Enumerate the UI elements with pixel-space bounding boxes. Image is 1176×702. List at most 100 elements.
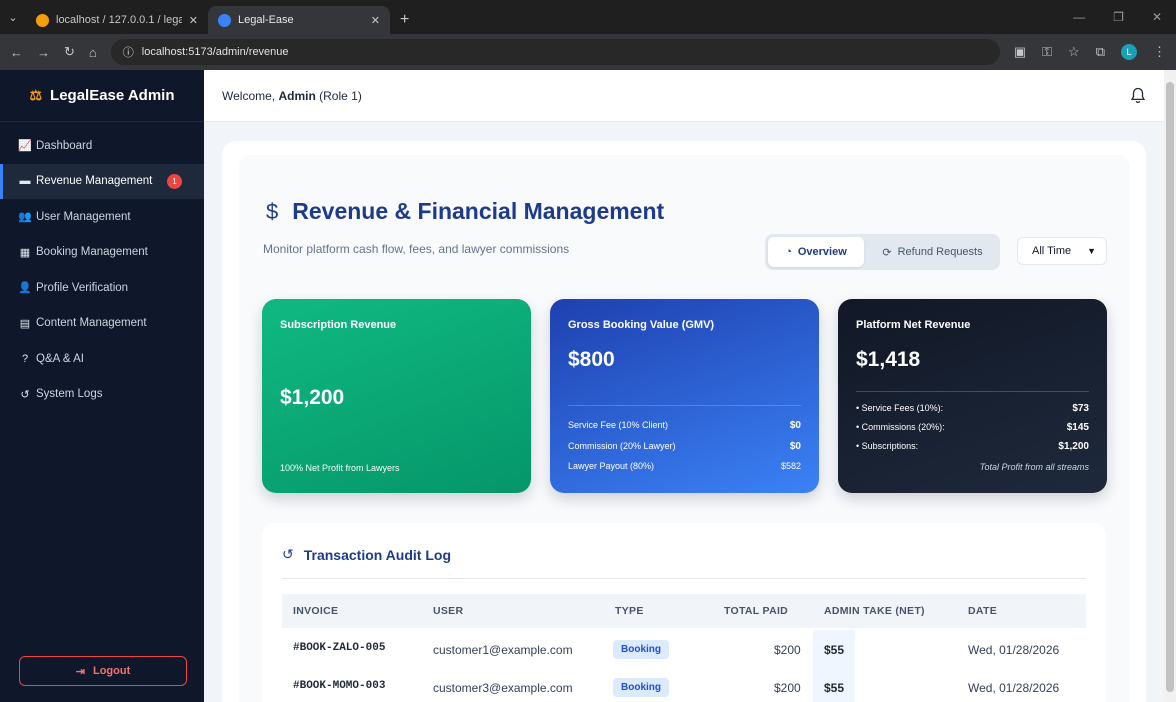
user-name: Admin <box>278 88 316 103</box>
type-badge: Booking <box>613 678 669 697</box>
column-header[interactable]: TOTAL PAID <box>724 605 788 617</box>
tab-label: Refund Requests <box>897 246 983 258</box>
scale-icon: ⚖ <box>29 87 43 103</box>
tab-refund-requests[interactable]: ⟳ Refund Requests <box>868 237 997 267</box>
sidebar-item-label: Q&A & AI <box>36 352 84 365</box>
brand-title: LegalEase Admin <box>50 87 175 104</box>
reload-icon[interactable]: ↻ <box>64 44 75 60</box>
divider <box>282 578 1086 579</box>
browser-menu-icon[interactable]: ⋮ <box>1153 44 1166 60</box>
page-title: $ Revenue & Financial Management <box>266 198 664 225</box>
table-header: INVOICE USER TYPE TOTAL PAID ADMIN TAKE … <box>282 594 1086 628</box>
card-label: Gross Booking Value (GMV) <box>568 319 715 331</box>
user-email: customer3@example.com <box>433 681 573 695</box>
table-row[interactable]: #BOOK-ZALO-005 customer1@example.com Boo… <box>282 630 1086 668</box>
card-value: $1,200 <box>280 386 345 409</box>
transaction-date: Wed, 01/28/2026 <box>968 643 1060 657</box>
type-badge: Booking <box>613 640 669 659</box>
subscription-revenue-card: Subscription Revenue $1,200 100% Net Pro… <box>262 299 531 493</box>
refresh-icon: ⟳ <box>882 246 892 259</box>
gmv-row: Service Fee (10% Client) $0 <box>568 420 801 431</box>
tab-title: localhost / 127.0.0.1 / legalease <box>56 14 182 26</box>
column-header[interactable]: TYPE <box>615 605 644 617</box>
sidebar-item-dashboard[interactable]: 📈 Dashboard <box>0 128 204 164</box>
transaction-date: Wed, 01/28/2026 <box>968 681 1060 695</box>
calendar-icon: ▦ <box>19 246 31 259</box>
divider <box>856 391 1089 392</box>
sidebar-item-content-management[interactable]: ▤ Content Management <box>0 306 204 342</box>
minimize-icon[interactable]: — <box>1073 10 1085 24</box>
bell-icon[interactable] <box>1130 87 1146 105</box>
close-window-icon[interactable]: ✕ <box>1152 10 1162 24</box>
file-icon: ▤ <box>19 317 31 330</box>
column-header[interactable]: ADMIN TAKE (NET) <box>824 605 925 617</box>
logout-icon: ⇥ <box>75 665 85 678</box>
password-key-icon[interactable]: ⚿ <box>1042 44 1052 60</box>
sidebar-item-qa-ai[interactable]: ? Q&A & AI <box>0 341 204 377</box>
sidebar-item-revenue-management[interactable]: ▬ Revenue Management 1 <box>0 163 204 199</box>
sidebar-item-booking-management[interactable]: ▦ Booking Management <box>0 235 204 271</box>
column-header[interactable]: USER <box>433 605 463 617</box>
url-text: localhost:5173/admin/revenue <box>141 46 289 58</box>
browser-tab-bar: ⌄ localhost / 127.0.0.1 / legalease ✕ Le… <box>0 0 1176 34</box>
sidebar-item-profile-verification[interactable]: 👤 Profile Verification <box>0 270 204 306</box>
back-icon[interactable]: ← <box>10 45 23 60</box>
dollar-icon: $ <box>266 198 279 224</box>
address-bar[interactable]: ⓘ localhost:5173/admin/revenue <box>110 39 1000 65</box>
net-row: • Commissions (20%): $145 <box>856 422 1089 433</box>
users-icon: 👥 <box>18 211 32 224</box>
tab-title: Legal-Ease <box>238 14 294 26</box>
gmv-row: Lawyer Payout (80%) $582 <box>568 461 801 471</box>
extensions-icon[interactable]: ⧉ <box>1096 44 1105 60</box>
card-label: Platform Net Revenue <box>856 319 971 331</box>
tab-close-icon[interactable]: ✕ <box>371 14 380 27</box>
user-check-icon: 👤 <box>18 282 32 295</box>
tab-search-icon[interactable]: ⌄ <box>0 0 26 34</box>
tab-overview[interactable]: ◔ Overview <box>768 237 864 267</box>
page-title-text: Revenue & Financial Management <box>292 198 665 224</box>
card-value: $1,418 <box>856 348 921 371</box>
home-icon[interactable]: ⌂ <box>89 45 97 60</box>
pie-chart-icon: ◔ <box>785 246 792 258</box>
column-header[interactable]: INVOICE <box>293 605 338 617</box>
site-info-icon[interactable]: ⓘ <box>123 44 134 60</box>
card-note: Total Profit from all streams <box>979 462 1089 472</box>
chart-line-icon: 📈 <box>18 140 32 153</box>
notification-badge: 1 <box>167 173 182 189</box>
scrollbar-thumb[interactable] <box>1166 82 1174 692</box>
page-scrollbar[interactable] <box>1164 70 1176 702</box>
card-footnote: 100% Net Profit from Lawyers <box>280 463 400 473</box>
logout-label: Logout <box>92 665 131 677</box>
period-value: All Time <box>1032 245 1072 257</box>
sidebar-item-system-logs[interactable]: ↺ System Logs <box>0 377 204 413</box>
phpmyadmin-favicon-icon <box>36 13 49 27</box>
gmv-card: Gross Booking Value (GMV) $800 Service F… <box>550 299 819 493</box>
sidebar-item-user-management[interactable]: 👥 User Management <box>0 199 204 235</box>
history-icon: ↺ <box>282 546 294 562</box>
browser-tab-legalease[interactable]: Legal-Ease ✕ <box>208 6 390 34</box>
logout-button[interactable]: ⇥ Logout <box>19 656 187 686</box>
restore-icon[interactable]: ❐ <box>1113 10 1124 24</box>
brand[interactable]: ⚖ LegalEase Admin <box>0 70 204 122</box>
translate-icon[interactable]: ▣ <box>1014 44 1026 60</box>
new-tab-icon[interactable]: + <box>390 6 419 34</box>
bookmark-star-icon[interactable]: ☆ <box>1068 44 1080 60</box>
table-row[interactable]: #BOOK-MOMO-003 customer3@example.com Boo… <box>282 668 1086 702</box>
browser-tab-phpmyadmin[interactable]: localhost / 127.0.0.1 / legalease ✕ <box>26 6 208 34</box>
invoice-id: #BOOK-MOMO-003 <box>293 680 386 692</box>
column-header[interactable]: DATE <box>968 605 997 617</box>
profile-avatar[interactable]: L <box>1121 44 1137 60</box>
total-paid: $200 <box>774 681 801 695</box>
sidebar-nav: 📈 Dashboard ▬ Revenue Management 1 👥 Use… <box>0 122 204 412</box>
sidebar-item-label: System Logs <box>36 388 103 401</box>
page-subtitle: Monitor platform cash flow, fees, and la… <box>263 242 570 256</box>
period-select[interactable]: All Time ▼ <box>1017 237 1107 265</box>
forward-icon[interactable]: → <box>37 45 50 60</box>
legalease-favicon-icon <box>218 13 231 27</box>
net-row: • Subscriptions: $1,200 <box>856 441 1089 452</box>
tab-close-icon[interactable]: ✕ <box>189 14 198 27</box>
platform-net-revenue-card: Platform Net Revenue $1,418 • Service Fe… <box>838 299 1107 493</box>
welcome-text: Welcome, Admin (Role 1) <box>222 88 362 103</box>
wallet-icon: ▬ <box>19 175 31 188</box>
user-email: customer1@example.com <box>433 643 573 657</box>
